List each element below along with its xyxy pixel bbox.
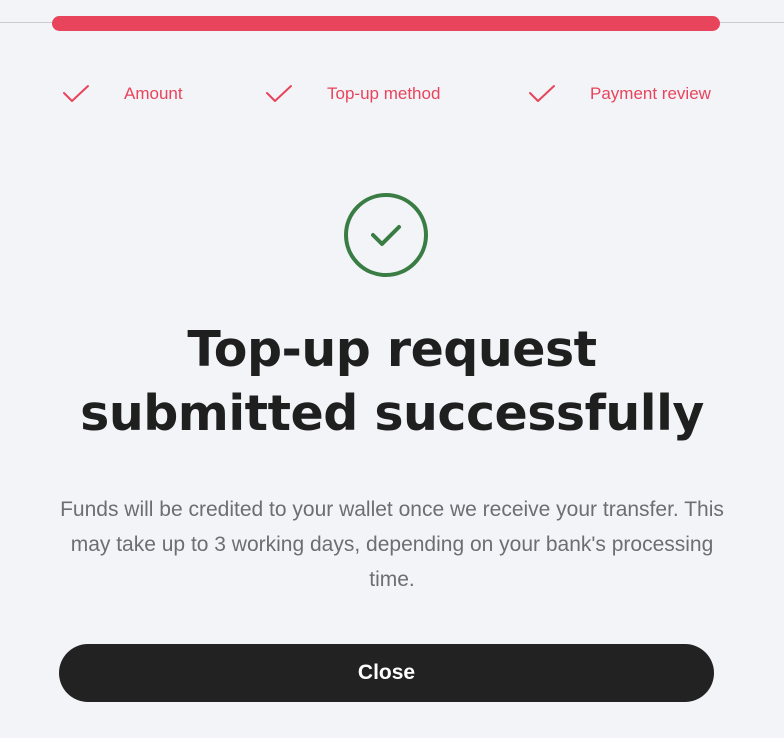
close-button[interactable]: Close bbox=[59, 644, 714, 702]
check-icon bbox=[62, 83, 90, 105]
progress-bar-fill bbox=[52, 16, 720, 31]
page-title-line-1: Top-up request bbox=[187, 321, 597, 378]
page-title: Top-up request submitted successfully bbox=[40, 318, 744, 446]
step-payment-review: Payment review bbox=[528, 80, 711, 108]
check-icon bbox=[528, 83, 556, 105]
step-label-payment-review: Payment review bbox=[590, 84, 711, 103]
success-check-circle-icon bbox=[343, 192, 429, 278]
check-icon bbox=[265, 83, 293, 105]
step-label-amount: Amount bbox=[124, 84, 183, 103]
page-title-line-2: submitted successfully bbox=[80, 385, 704, 442]
step-label-top-up-method: Top-up method bbox=[327, 84, 441, 103]
step-top-up-method: Top-up method bbox=[265, 80, 440, 108]
confirmation-description: Funds will be credited to your wallet on… bbox=[60, 498, 724, 591]
step-amount: Amount bbox=[62, 80, 183, 108]
